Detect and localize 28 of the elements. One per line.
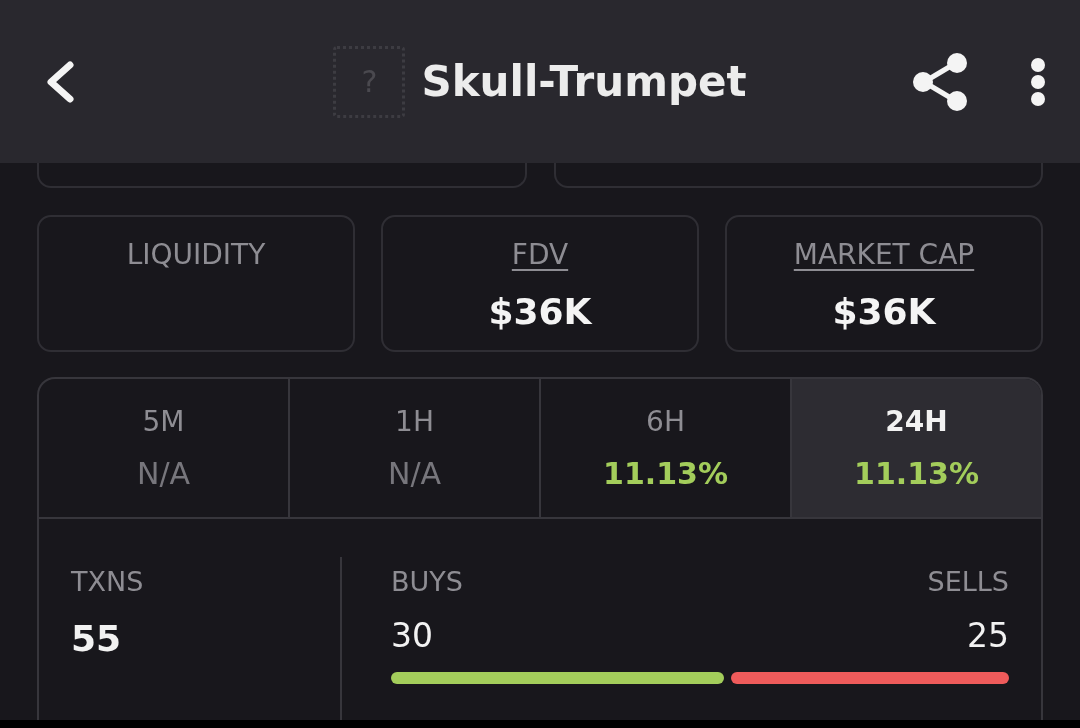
more-icon [1030,56,1046,107]
more-button[interactable] [1030,56,1046,107]
metric-value: $36K [832,290,936,334]
txns-count: 55 [71,617,122,661]
metric-label: LIQUIDITY [126,237,266,273]
sells-count: 25 [967,615,1009,657]
buys-label: BUYS [391,565,463,599]
period-label: 5M [142,404,185,440]
period-label: 24H [885,404,948,440]
period-tab[interactable]: 5M N/A [39,379,290,517]
sells-label: SELLS [927,565,1009,599]
period-tab[interactable]: 24H 11.13% [792,379,1041,517]
metric-value: $36K [488,290,592,334]
price-change: 11.13% [854,455,979,493]
metric-label: MARKET CAP [793,237,975,273]
period-label: 1H [395,404,434,440]
share-icon [912,51,968,112]
metric-label: FDV [511,237,569,273]
period-tab[interactable]: 1H N/A [290,379,541,517]
share-button[interactable] [912,51,968,112]
txns-label: TXNS [71,565,144,599]
buys-count: 30 [391,615,433,657]
token-title: Skull-Trumpet [421,56,747,108]
period-label: 6H [646,404,685,440]
token-placeholder-icon: ? [333,45,406,118]
price-change: N/A [387,455,442,493]
price-change: N/A [136,455,191,493]
price-change: 11.13% [603,455,728,493]
